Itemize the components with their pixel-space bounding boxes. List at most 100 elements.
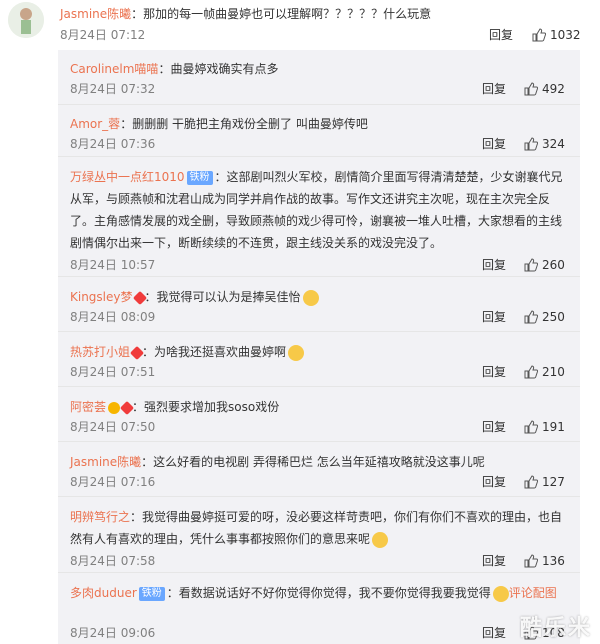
divider xyxy=(58,331,580,332)
reply-button[interactable]: 回复 xyxy=(482,363,506,381)
reply-button[interactable]: 回复 xyxy=(482,418,506,436)
divider xyxy=(58,156,580,157)
reply-date: 8月24日 07:32 xyxy=(70,82,156,96)
reply-body: ：这么好看的电视剧 弄得稀巴烂 怎么当年延禧攻略就没这事儿呢 xyxy=(141,455,485,469)
divider xyxy=(58,386,580,387)
like-button[interactable]: 191 xyxy=(524,418,565,436)
reply-body: ：看数据说话好不好你觉得你觉得，我不要你觉得我要我觉得 xyxy=(166,586,491,600)
fan-badge: 铁粉 xyxy=(186,170,213,185)
like-count: 136 xyxy=(542,554,565,568)
reply-date: 8月24日 09:06 xyxy=(70,626,156,640)
reply-button[interactable]: 回复 xyxy=(482,135,506,153)
thumbs-up-icon xyxy=(524,475,538,489)
reply-date: 8月24日 07:36 xyxy=(70,137,156,151)
reply-text: 阿密荟 ：强烈要求增加我soso戏份 xyxy=(70,396,564,418)
username-link[interactable]: Amor_蓉 xyxy=(70,117,120,131)
avatar[interactable] xyxy=(8,2,44,38)
like-count: 210 xyxy=(542,365,565,379)
thumbs-up-icon xyxy=(524,82,538,96)
thumbs-up-icon xyxy=(532,28,546,42)
like-count: 324 xyxy=(542,137,565,151)
reply-item: Kingsley梦 ：我觉得可以认为是捧吴佳怡 8月24日 08:09 回复 25… xyxy=(58,278,580,330)
reply-item: 阿密荟 ：强烈要求增加我soso戏份 8月24日 07:50 回复 191 xyxy=(58,388,580,440)
reply-text: Carolinelm喵喵：曲曼婷戏确实有点多 xyxy=(70,58,564,80)
like-button[interactable]: 492 xyxy=(524,80,565,98)
thumbs-up-icon xyxy=(524,310,538,324)
reply-date: 8月24日 10:57 xyxy=(70,258,156,272)
like-button[interactable]: 324 xyxy=(524,135,565,153)
thinking-emoji-icon xyxy=(288,344,305,361)
reply-body: ：强烈要求增加我soso戏份 xyxy=(132,400,280,414)
comment-text: Jasmine陈曦：那加的每一帧曲曼婷也可以理解啊？？？？？什么玩意 xyxy=(60,6,431,22)
reply-button[interactable]: 回复 xyxy=(482,256,506,274)
reply-item: 多肉duduer 铁粉 ：看数据说话好不好你觉得你觉得，我不要你觉得我要我觉得 评论配… xyxy=(58,574,580,644)
laughing-emoji-icon xyxy=(302,289,319,306)
reply-date: 8月24日 07:51 xyxy=(70,365,156,379)
reply-date: 8月24日 07:50 xyxy=(70,420,156,434)
thumbs-up-icon xyxy=(524,420,538,434)
fan-badge: 铁粉 xyxy=(138,586,165,601)
divider xyxy=(58,496,580,497)
username-link[interactable]: Carolinelm喵喵 xyxy=(70,62,158,76)
like-button[interactable]: 127 xyxy=(524,473,565,491)
username-link[interactable]: Kingsley梦 xyxy=(70,290,133,304)
comment-image-link[interactable]: 评论配图 xyxy=(509,586,557,600)
username-link[interactable]: Jasmine陈曦 xyxy=(60,7,131,21)
reply-item: Jasmine陈曦：这么好看的电视剧 弄得稀巴烂 怎么当年延禧攻略就没这事儿呢 … xyxy=(58,443,580,495)
like-count: 1032 xyxy=(550,28,581,42)
reply-item: Carolinelm喵喵：曲曼婷戏确实有点多 8月24日 07:32 回复 49… xyxy=(58,50,580,102)
like-button[interactable]: 136 xyxy=(524,552,565,570)
username-link[interactable]: 万绿丛中一点红1010 xyxy=(70,170,185,184)
reply-item: 万绿丛中一点红1010 铁粉 ：这部剧叫烈火军校，剧情简介里面写得清清楚楚，少女谢襄… xyxy=(58,158,580,276)
thumbs-up-icon xyxy=(524,258,538,272)
reply-item: 明辨笃行之：我觉得曲曼婷挺可爱的呀，没必要这样苛责吧，你们有你们不喜欢的理由，也… xyxy=(58,498,580,570)
like-count: 127 xyxy=(542,475,565,489)
reply-text: Jasmine陈曦：这么好看的电视剧 弄得稀巴烂 怎么当年延禧攻略就没这事儿呢 xyxy=(70,451,564,473)
reply-button[interactable]: 回复 xyxy=(482,308,506,326)
like-count: 191 xyxy=(542,420,565,434)
reply-button[interactable]: 回复 xyxy=(482,624,506,642)
reply-body: ：我觉得曲曼婷挺可爱的呀，没必要这样苛责吧，你们有你们不喜欢的理由，也自然有人有… xyxy=(70,510,563,546)
reply-text: 热苏打小姐 ：为啥我还挺喜欢曲曼婷啊 xyxy=(70,341,564,363)
username-link[interactable]: 阿密荟 xyxy=(70,400,106,414)
reply-thread: Carolinelm喵喵：曲曼婷戏确实有点多 8月24日 07:32 回复 49… xyxy=(58,50,580,644)
username-link[interactable]: 热苏打小姐 xyxy=(70,345,130,359)
watermark: 酷乐米 xyxy=(519,616,592,641)
reply-body: ：删删删 干脆把主角戏份全删了 叫曲曼婷传吧 xyxy=(120,117,368,131)
comment-body: ：那加的每一帧曲曼婷也可以理解啊？？？？？什么玩意 xyxy=(131,7,432,21)
like-button[interactable]: 260 xyxy=(524,256,565,274)
comment-date: 8月24日 07:12 xyxy=(60,28,146,42)
like-button[interactable]: 1032 xyxy=(532,26,581,44)
thumbs-up-icon xyxy=(524,554,538,568)
reply-text: Amor_蓉：删删删 干脆把主角戏份全删了 叫曲曼婷传吧 xyxy=(70,113,564,135)
like-count: 492 xyxy=(542,82,565,96)
vip-icon xyxy=(108,401,121,414)
like-button[interactable]: 210 xyxy=(524,363,565,381)
reply-text: 多肉duduer 铁粉 ：看数据说话好不好你觉得你觉得，我不要你觉得我要我觉得 评论配… xyxy=(70,582,564,604)
divider xyxy=(58,572,580,573)
reply-date: 8月24日 07:16 xyxy=(70,475,156,489)
username-link[interactable]: 明辨笃行之 xyxy=(70,510,130,524)
divider xyxy=(58,441,580,442)
reply-body: ：为啥我还挺喜欢曲曼婷啊 xyxy=(142,345,287,359)
avatar-image-icon xyxy=(8,2,44,38)
divider xyxy=(58,276,580,277)
smile-emoji-icon xyxy=(372,531,389,548)
reply-text: Kingsley梦 ：我觉得可以认为是捧吴佳怡 xyxy=(70,286,564,308)
top-comment: Jasmine陈曦：那加的每一帧曲曼婷也可以理解啊？？？？？什么玩意 8月24日… xyxy=(0,0,600,46)
reply-button[interactable]: 回复 xyxy=(489,26,513,44)
username-link[interactable]: 多肉duduer xyxy=(70,586,137,600)
like-count: 250 xyxy=(542,310,565,324)
reply-item: Amor_蓉：删删删 干脆把主角戏份全删了 叫曲曼婷传吧 8月24日 07:36… xyxy=(58,105,580,157)
reply-text: 万绿丛中一点红1010 铁粉 ：这部剧叫烈火军校，剧情简介里面写得清清楚楚，少女谢襄… xyxy=(70,166,564,254)
username-link[interactable]: Jasmine陈曦 xyxy=(70,455,141,469)
like-count: 260 xyxy=(542,258,565,272)
reply-body: ：曲曼婷戏确实有点多 xyxy=(158,62,279,76)
reply-body: ：我觉得可以认为是捧吴佳怡 xyxy=(144,290,301,304)
reply-button[interactable]: 回复 xyxy=(482,552,506,570)
reply-button[interactable]: 回复 xyxy=(482,80,506,98)
reply-item: 热苏打小姐 ：为啥我还挺喜欢曲曼婷啊 8月24日 07:51 回复 210 xyxy=(58,333,580,385)
like-button[interactable]: 250 xyxy=(524,308,565,326)
reply-date: 8月24日 07:58 xyxy=(70,554,156,568)
reply-button[interactable]: 回复 xyxy=(482,473,506,491)
